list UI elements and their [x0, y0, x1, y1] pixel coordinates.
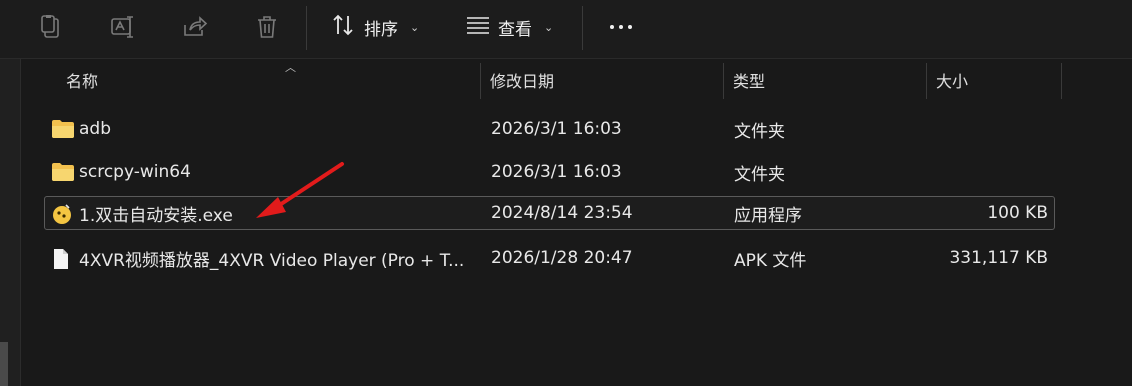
share-icon[interactable]	[178, 10, 212, 44]
column-header-modified[interactable]: 修改日期	[490, 59, 554, 101]
file-date: 2026/1/28 20:47	[491, 248, 633, 268]
sort-label: 排序	[364, 19, 398, 40]
view-label: 查看	[498, 19, 532, 40]
column-header-size[interactable]: 大小	[936, 59, 968, 101]
toolbar-separator	[582, 6, 583, 50]
file-row-selected[interactable]: 1.双击自动安装.exe 2024/8/14 23:54 应用程序 100 KB	[44, 196, 1055, 230]
view-icon	[466, 16, 490, 39]
rename-icon[interactable]	[106, 10, 140, 44]
document-icon	[51, 248, 73, 269]
app-icon	[51, 203, 73, 224]
folder-icon	[51, 119, 74, 139]
file-type: 应用程序	[734, 205, 802, 226]
chevron-down-icon: ⌄	[544, 20, 554, 34]
column-separator[interactable]	[480, 63, 481, 99]
sort-button[interactable]: 排序 ⌄	[332, 12, 419, 42]
column-header-name[interactable]: 名称	[66, 59, 98, 101]
column-separator[interactable]	[1061, 63, 1062, 99]
navigation-pane	[0, 59, 21, 386]
view-button[interactable]: 查看 ⌄	[466, 12, 553, 42]
folder-icon	[51, 162, 74, 182]
file-row[interactable]: adb 2026/3/1 16:03 文件夹	[44, 112, 1055, 146]
file-name: scrcpy-win64	[79, 162, 191, 182]
navigation-scrollbar[interactable]	[0, 342, 8, 386]
file-type: APK 文件	[734, 250, 807, 271]
file-date: 2026/3/1 16:03	[491, 119, 622, 139]
file-type: 文件夹	[734, 121, 785, 142]
file-row[interactable]: 4XVR视频播放器_4XVR Video Player (Pro + T... …	[44, 241, 1055, 275]
command-bar: 排序 ⌄ 查看 ⌄	[0, 0, 1132, 58]
file-date: 2026/3/1 16:03	[491, 162, 622, 182]
more-icon[interactable]	[606, 18, 636, 36]
copy-icon[interactable]	[34, 10, 68, 44]
chevron-down-icon: ⌄	[410, 20, 420, 34]
file-size: 100 KB	[987, 203, 1048, 223]
column-separator[interactable]	[723, 63, 724, 99]
toolbar-separator	[306, 6, 307, 50]
column-header-type[interactable]: 类型	[733, 59, 765, 101]
file-date: 2024/8/14 23:54	[491, 203, 633, 223]
column-separator[interactable]	[926, 63, 927, 99]
delete-icon[interactable]	[250, 10, 284, 44]
file-name: 1.双击自动安装.exe	[79, 205, 233, 226]
sort-ascending-icon: ︿	[285, 61, 296, 74]
sort-icon	[332, 14, 356, 41]
file-name: 4XVR视频播放器_4XVR Video Player (Pro + T...	[79, 250, 465, 271]
column-header-row: ︿ 名称 修改日期 类型 大小	[22, 59, 1132, 101]
file-size: 331,117 KB	[949, 248, 1048, 268]
file-row[interactable]: scrcpy-win64 2026/3/1 16:03 文件夹	[44, 155, 1055, 189]
file-type: 文件夹	[734, 164, 785, 185]
file-name: adb	[79, 119, 111, 139]
